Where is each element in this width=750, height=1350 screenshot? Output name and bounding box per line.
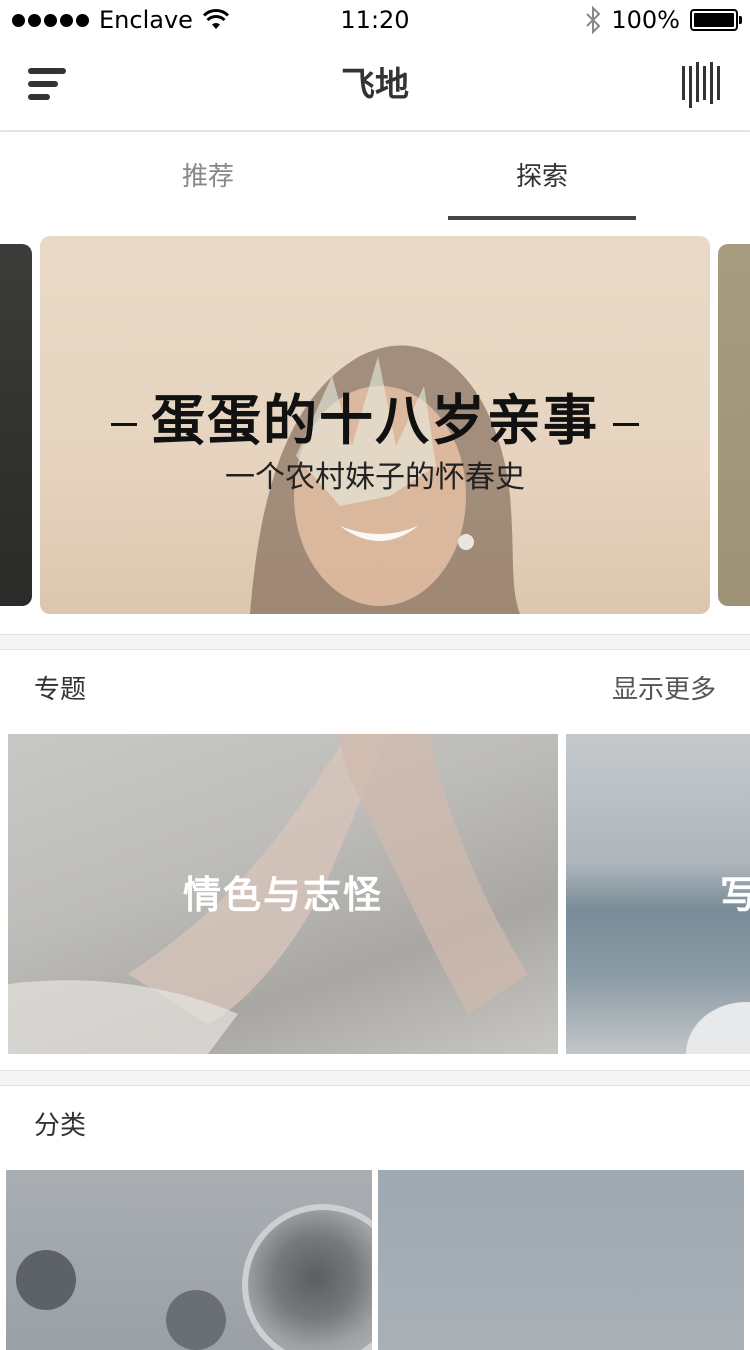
- banner-card[interactable]: 蛋蛋的十八岁亲事 一个农村妹子的怀春史: [40, 236, 710, 614]
- tab-bar: 推荐 探索: [0, 132, 750, 220]
- topic-card[interactable]: 写: [566, 734, 750, 1054]
- barcode-icon[interactable]: [682, 62, 722, 108]
- banner-subtitle: 一个农村妹子的怀春史: [225, 460, 525, 495]
- banner-title: 蛋蛋的十八岁亲事: [40, 376, 710, 455]
- category-card[interactable]: [6, 1170, 372, 1350]
- banner-title-text: 蛋蛋的十八岁亲事: [151, 388, 599, 452]
- status-right: 100%: [585, 4, 742, 36]
- topic-card-label: 写: [720, 873, 750, 917]
- topic-card[interactable]: 情色与志怪: [8, 734, 558, 1054]
- battery-icon: [690, 9, 742, 31]
- topic-card-label: 情色与志怪: [182, 873, 383, 917]
- tab-recommend[interactable]: 推荐: [110, 132, 306, 220]
- banner-dash-left: [111, 423, 137, 427]
- categories-title: 分类: [34, 1111, 87, 1141]
- topics-header: 专题 显示更多: [0, 650, 750, 730]
- category-image-detail: [16, 1250, 76, 1310]
- page-title: 飞地: [341, 65, 409, 105]
- banner-prev-card[interactable]: [0, 244, 32, 606]
- banner-carousel[interactable]: 蛋蛋的十八岁亲事 一个农村妹子的怀春史: [0, 220, 750, 634]
- section-divider: [0, 1070, 750, 1086]
- navigation-bar: 飞地: [0, 40, 750, 132]
- show-more-link[interactable]: 显示更多: [612, 650, 716, 730]
- topics-title: 专题: [34, 675, 87, 705]
- microphone-icon: [242, 1204, 372, 1350]
- banner-next-card[interactable]: [718, 244, 750, 606]
- bluetooth-icon: [586, 6, 601, 34]
- categories-header: 分类: [0, 1086, 750, 1166]
- category-card[interactable]: [378, 1170, 744, 1350]
- battery-percent: 100%: [611, 6, 680, 34]
- tab-explore[interactable]: 探索: [448, 132, 636, 220]
- section-divider: [0, 634, 750, 650]
- banner-dash-right: [613, 423, 639, 427]
- category-image-detail: [166, 1290, 226, 1350]
- status-bar: Enclave 11:20 100%: [0, 0, 750, 40]
